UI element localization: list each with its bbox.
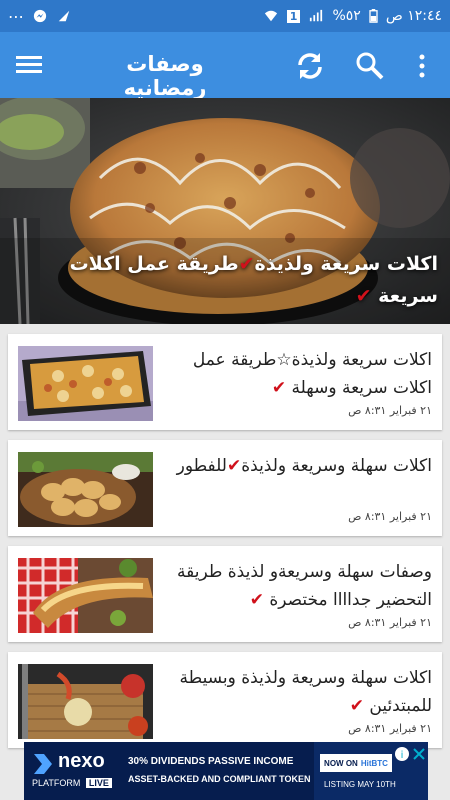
checkmark-icon: ✔ [355,285,372,307]
ad-brand: nexo [58,750,105,772]
svg-text:i: i [401,750,404,761]
refresh-icon[interactable] [292,48,328,84]
article-thumbnail [18,452,153,527]
checkmark-icon: ✔ [238,253,255,275]
checkmark-icon: ✔ [271,378,287,398]
article-title[interactable]: اكلات سريعة ولذيذة☆طريقة عمل اكلات سريعة… [170,346,432,402]
sim-badge: 1 [286,9,301,23]
article-date: ٢١ فبراير ٨:٣١ ص [348,722,432,735]
wifi-icon [264,10,277,22]
ad-banner[interactable]: nexo PLATFORM LIVE 30% DIVIDENDS PASSIVE… [24,742,428,800]
ad-info-icon[interactable]: i [394,746,410,762]
send-icon [58,10,70,22]
article-title[interactable]: وصفات سهلة وسريعةو لذيذة طريقة التحضير ج… [170,558,432,614]
status-bar: ⋯ 1 %٥٢ ١٢:٤٤ ص [0,0,450,32]
checkmark-icon: ✔ [226,456,242,476]
battery-text: %٥٢ [332,8,361,24]
app-title: وصفات رمضانيه [123,52,207,100]
messenger-icon [33,9,47,23]
article-card[interactable]: اكلات سريعة ولذيذة☆طريقة عمل اكلات سريعة… [8,334,442,430]
article-title[interactable]: اكلات سهلة وسريعة ولذيذة✔للفطور [170,452,432,480]
article-date: ٢١ فبراير ٨:٣١ ص [348,404,432,417]
signal-icon [310,9,323,22]
checkmark-icon: ✔ [249,590,264,610]
status-left: ⋯ [8,7,72,26]
menu-icon[interactable] [14,50,46,80]
article-thumbnail [18,346,153,421]
ad-close-icon[interactable] [412,747,426,761]
article-date: ٢١ فبراير ٨:٣١ ص [348,510,432,523]
more-dots-icon: ⋯ [8,6,24,26]
ad-exchange-badge: NOW ON HitBTC [320,754,392,772]
status-right: 1 %٥٢ ١٢:٤٤ ص [263,8,442,24]
featured-article[interactable]: اكلات سريعة ولذيذة✔طريقة عمل اكلات سريعة… [0,98,450,324]
article-date: ٢١ فبراير ٨:٣١ ص [348,616,432,629]
more-options-icon[interactable] [410,50,434,82]
article-card[interactable]: وصفات سهلة وسريعةو لذيذة طريقة التحضير ج… [8,546,442,642]
ad-live-badge: LIVE [85,778,112,788]
ad-platform: PLATFORM LIVE [32,778,112,788]
ad-listing: LISTING MAY 10TH [324,780,396,789]
article-title[interactable]: اكلات سهلة وسريعة ولذيذة وبسيطة للمبتدئي… [170,664,432,720]
checkmark-icon: ✔ [349,696,364,716]
article-thumbnail [18,558,153,633]
ad-line2: ASSET-BACKED AND COMPLIANT TOKEN [128,774,311,784]
article-card[interactable]: اكلات سهلة وسريعة ولذيذة✔للفطور ٢١ فبراي… [8,440,442,536]
article-thumbnail [18,664,153,739]
search-icon[interactable] [352,48,388,84]
ad-line1: 30% DIVIDENDS PASSIVE INCOME [128,756,294,767]
battery-icon [369,9,378,23]
article-card[interactable]: اكلات سهلة وسريعة ولذيذة وبسيطة للمبتدئي… [8,652,442,748]
featured-title[interactable]: اكلات سريعة ولذيذة✔طريقة عمل اكلات سريعة… [38,248,438,312]
app-bar: وصفات رمضانيه [0,32,450,100]
clock: ١٢:٤٤ ص [385,8,442,24]
